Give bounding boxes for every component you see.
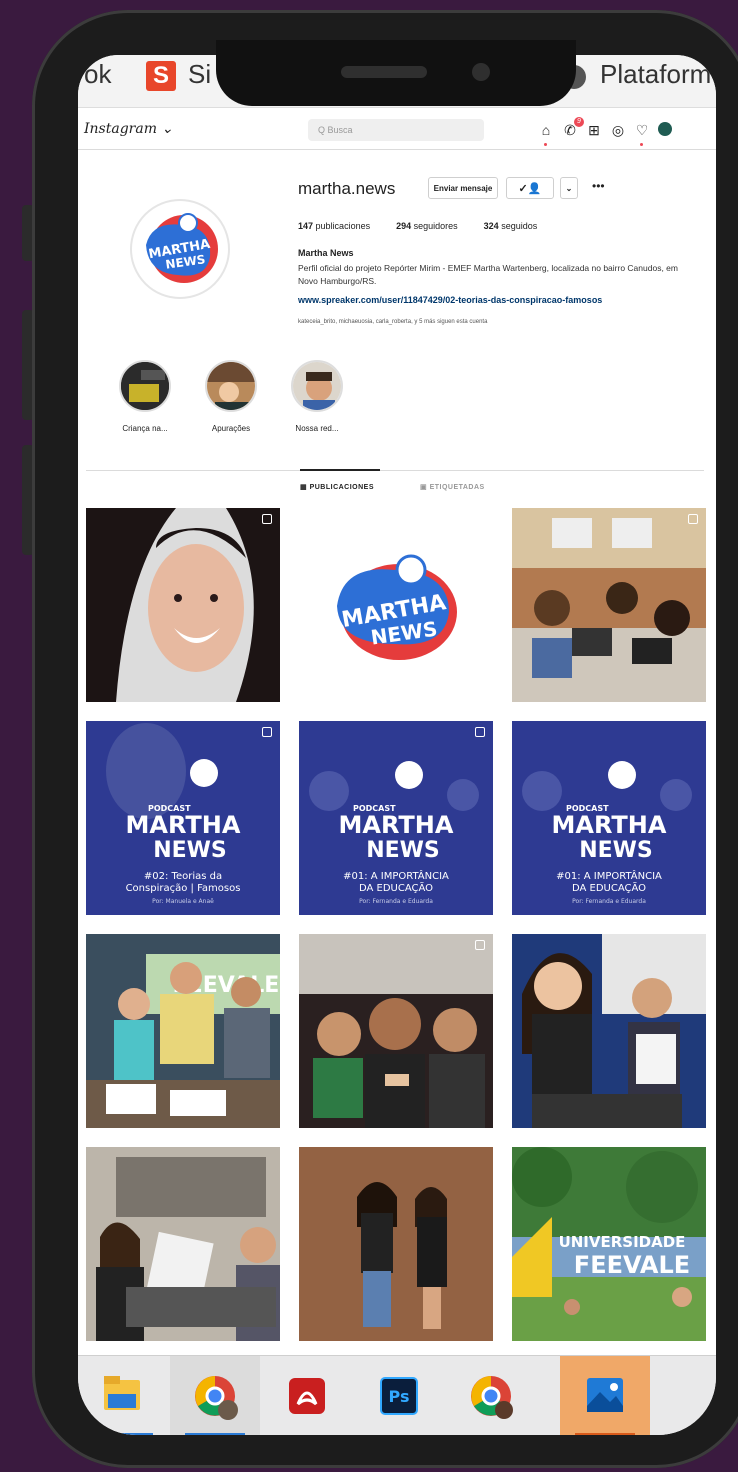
highlight-label: Nossa red... xyxy=(295,424,339,433)
profile-link[interactable]: www.spreaker.com/user/11847429/02-teoria… xyxy=(298,295,602,305)
search-input[interactable]: Q Busca xyxy=(308,119,484,141)
post-thumbnail[interactable] xyxy=(299,934,493,1128)
profile-username: martha.news xyxy=(298,179,396,198)
active-indicator xyxy=(185,1433,245,1435)
profile-bio: Perfil oficial do projeto Repórter Mirim… xyxy=(298,263,678,286)
episode-line-2: Conspiração | Famosos xyxy=(126,883,241,894)
phone-notch xyxy=(216,40,576,106)
podcast-title-1: MARTHA xyxy=(552,811,667,839)
new-post-icon[interactable]: ⊞ xyxy=(586,122,602,138)
active-tab-indicator xyxy=(300,469,380,471)
multi-post-icon xyxy=(262,514,272,524)
multi-post-icon xyxy=(475,940,485,950)
episode-line-2: DA EDUCAÇÃO xyxy=(572,881,646,894)
episode-byline: Por: Manuela e Anaê xyxy=(152,898,214,905)
tabs-divider xyxy=(86,470,704,471)
phone-screen: ok S Si Plataform Instagram ⌄ Q Busca ⌂ … xyxy=(78,55,716,1435)
episode-line-1: #02: Teorias da xyxy=(144,871,222,882)
file-explorer-icon[interactable] xyxy=(78,1356,168,1435)
suggest-chevron-button[interactable]: ⌄ xyxy=(560,177,578,199)
active-indicator xyxy=(575,1433,635,1435)
acrobat-icon[interactable] xyxy=(262,1356,352,1435)
windows-taskbar: Ps xyxy=(78,1355,716,1435)
post-thumbnail[interactable]: MARTHA NEWS xyxy=(299,508,493,702)
story-highlight[interactable]: Apurações xyxy=(196,360,266,433)
chrome-icon[interactable] xyxy=(446,1356,536,1435)
post-thumbnail[interactable] xyxy=(512,934,706,1128)
instagram-logo[interactable]: Instagram ⌄ xyxy=(84,121,173,137)
following-button[interactable]: ✓👤 xyxy=(506,177,554,199)
story-highlight[interactable]: Criança na... xyxy=(110,360,180,433)
post-thumbnail[interactable] xyxy=(86,508,280,702)
highlight-thumbnail xyxy=(291,360,343,412)
post-thumbnail[interactable]: PODCAST MARTHA NEWS #01: A IMPORTÂNCIA DA ED… xyxy=(299,721,493,915)
tab-etiquetadas[interactable]: ▣ ETIQUETADAS xyxy=(420,483,485,491)
instagram-header: Instagram ⌄ Q Busca ⌂ ✆ 9 ⊞ ◎ ♡ xyxy=(78,113,716,150)
post-thumbnail[interactable] xyxy=(299,1147,493,1341)
photoshop-icon[interactable]: Ps xyxy=(354,1356,444,1435)
tab-publicaciones[interactable]: ▦ PUBLICACIONES xyxy=(300,483,374,491)
photos-icon[interactable] xyxy=(560,1356,650,1435)
podcast-title-1: MARTHA xyxy=(339,811,454,839)
speaker-grille xyxy=(341,66,427,78)
post-thumbnail[interactable]: PODCAST MARTHA NEWS #02: Teorias da Conspira… xyxy=(86,721,280,915)
followers-stat[interactable]: 294 seguidores xyxy=(396,221,458,231)
messenger-icon[interactable]: ✆ 9 xyxy=(562,117,584,138)
feevale-sign-text-2: FEEVALE xyxy=(574,1251,690,1279)
episode-byline: Por: Fernanda e Eduarda xyxy=(572,898,646,905)
podcast-title-2: NEWS xyxy=(579,838,653,863)
post-thumbnail[interactable] xyxy=(86,1147,280,1341)
story-highlight[interactable]: Nossa red... xyxy=(282,360,352,433)
send-message-button[interactable]: Enviar mensaje xyxy=(428,177,498,199)
s-app-icon[interactable]: S xyxy=(146,61,176,91)
explore-icon[interactable]: ◎ xyxy=(610,122,626,138)
profile-picture[interactable]: MARTHA NEWS xyxy=(130,199,230,299)
profile-avatar-icon[interactable] xyxy=(658,122,672,136)
followed-by-text[interactable]: kateceia_brito, michaeuosia, carla_rober… xyxy=(298,319,487,325)
home-icon[interactable]: ⌂ xyxy=(538,122,554,146)
highlight-thumbnail xyxy=(205,360,257,412)
post-thumbnail[interactable] xyxy=(512,508,706,702)
messenger-badge: 9 xyxy=(574,117,584,127)
chrome-profile-icon[interactable] xyxy=(170,1356,260,1435)
post-thumbnail[interactable]: FEEVALE xyxy=(86,934,280,1128)
multi-post-icon xyxy=(262,727,272,737)
browser-tab-plataform[interactable]: Plataform xyxy=(600,59,711,90)
podcast-title-2: NEWS xyxy=(366,838,440,863)
following-stat[interactable]: 324 seguidos xyxy=(484,221,538,231)
post-thumbnail[interactable]: UNIVERSIDADE FEEVALE xyxy=(512,1147,706,1341)
profile-stats: 147 publicaciones 294 seguidores 324 seg… xyxy=(298,221,537,231)
front-camera xyxy=(472,63,490,81)
more-options-icon[interactable]: ••• xyxy=(592,179,605,193)
active-indicator xyxy=(93,1433,153,1435)
post-thumbnail[interactable]: PODCAST MARTHA NEWS #01: A IMPORTÂNCIA DA ED… xyxy=(512,721,706,915)
highlight-thumbnail xyxy=(119,360,171,412)
photoshop-label: Ps xyxy=(389,1387,410,1406)
browser-tab-fragment[interactable]: ok xyxy=(84,59,111,90)
instagram-nav-icons: ⌂ ✆ 9 ⊞ ◎ ♡ xyxy=(538,117,672,146)
posts-stat: 147 publicaciones xyxy=(298,221,371,231)
episode-line-1: #01: A IMPORTÂNCIA xyxy=(556,869,662,882)
heart-icon[interactable]: ♡ xyxy=(634,122,650,146)
profile-name: Martha News xyxy=(298,248,354,258)
podcast-title-2: NEWS xyxy=(153,838,227,863)
multi-post-icon xyxy=(688,514,698,524)
multi-post-icon xyxy=(475,727,485,737)
episode-byline: Por: Fernanda e Eduarda xyxy=(359,898,433,905)
highlight-label: Criança na... xyxy=(122,424,168,433)
podcast-title-1: MARTHA xyxy=(126,811,241,839)
episode-line-2: DA EDUCAÇÃO xyxy=(359,881,433,894)
episode-line-1: #01: A IMPORTÂNCIA xyxy=(343,869,449,882)
highlight-label: Apurações xyxy=(211,424,251,433)
browser-tab-s-label[interactable]: Si xyxy=(188,59,211,90)
feevale-sign-text-1: UNIVERSIDADE xyxy=(559,1233,686,1251)
